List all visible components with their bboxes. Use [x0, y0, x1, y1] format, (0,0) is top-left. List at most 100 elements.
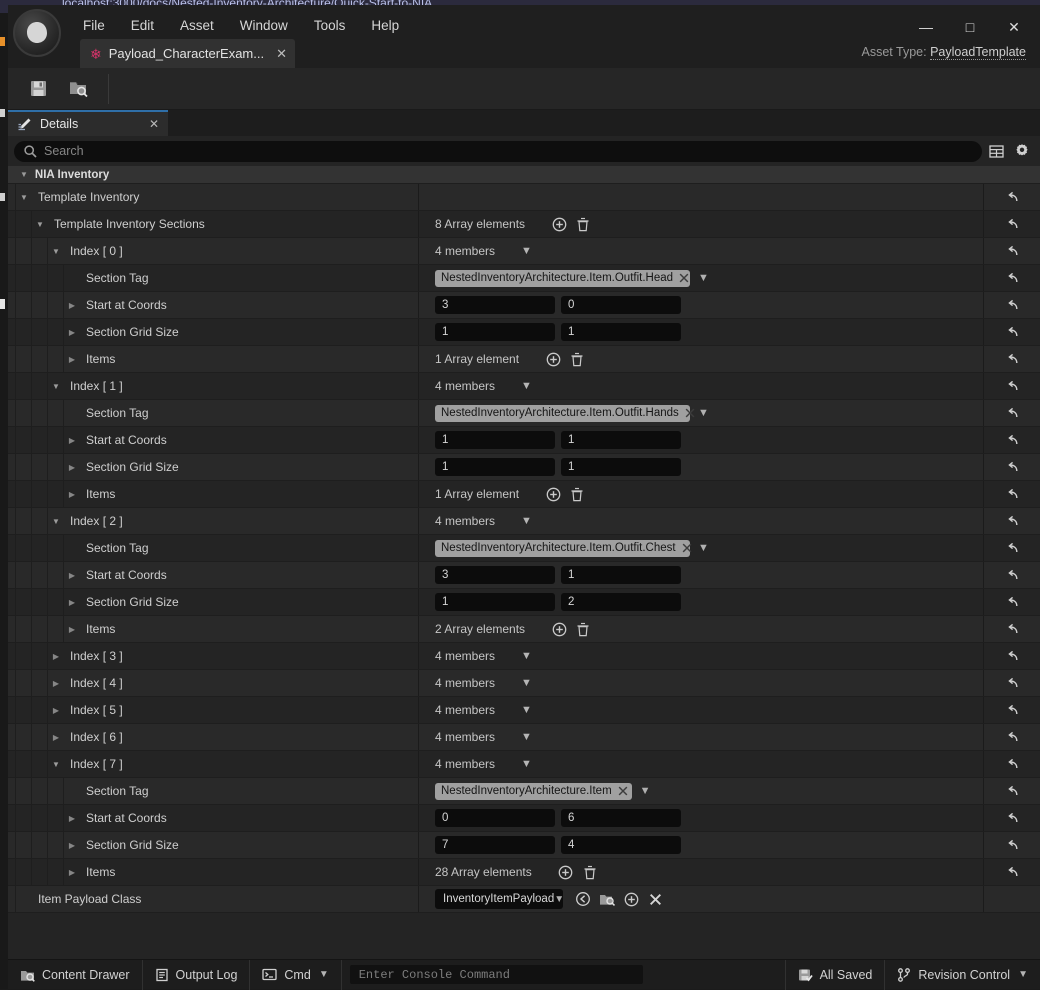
- property-row[interactable]: ▶Section Grid Size12: [8, 589, 1040, 616]
- reset-to-default-icon[interactable]: [1005, 190, 1019, 204]
- reset-to-default-icon[interactable]: [1005, 622, 1019, 636]
- reset-to-default-cell[interactable]: [983, 643, 1040, 669]
- property-row[interactable]: Section TagNestedInventoryArchitecture.I…: [8, 265, 1040, 292]
- minimize-button[interactable]: —: [904, 14, 948, 40]
- reset-to-default-icon[interactable]: [1005, 595, 1019, 609]
- expander-expand-icon[interactable]: ▶: [48, 733, 64, 742]
- property-row[interactable]: Section TagNestedInventoryArchitecture.I…: [8, 400, 1040, 427]
- expander-collapse-icon[interactable]: ▼: [48, 517, 64, 526]
- gameplay-tag-chip[interactable]: NestedInventoryArchitecture.Item.Outfit.…: [435, 270, 690, 287]
- numeric-field-y[interactable]: 1: [561, 431, 681, 449]
- remove-tag-icon[interactable]: [681, 542, 693, 554]
- reset-to-default-icon[interactable]: [1005, 325, 1019, 339]
- property-row[interactable]: ▶Section Grid Size11: [8, 319, 1040, 346]
- expander-expand-icon[interactable]: ▶: [64, 301, 80, 310]
- add-element-button[interactable]: [547, 213, 571, 235]
- reset-to-default-icon[interactable]: [1005, 352, 1019, 366]
- chevron-down-icon[interactable]: ▼: [1018, 969, 1028, 980]
- output-log-button[interactable]: Output Log: [143, 960, 251, 990]
- property-row[interactable]: ▶Section Grid Size74: [8, 832, 1040, 859]
- reset-to-default-icon[interactable]: [1005, 568, 1019, 582]
- expander-expand-icon[interactable]: ▶: [64, 598, 80, 607]
- reset-to-default-cell[interactable]: [983, 508, 1040, 534]
- numeric-field-x[interactable]: 1: [435, 458, 555, 476]
- element-options-chevron-icon[interactable]: ▼: [521, 677, 532, 689]
- reset-to-default-cell[interactable]: [983, 400, 1040, 426]
- property-row[interactable]: ▶Start at Coords31: [8, 562, 1040, 589]
- reset-to-default-cell[interactable]: [983, 805, 1040, 831]
- reset-to-default-icon[interactable]: [1005, 730, 1019, 744]
- settings-gear-button[interactable]: [1010, 139, 1034, 163]
- browse-to-asset-button[interactable]: [595, 888, 619, 910]
- expander-expand-icon[interactable]: ▶: [64, 841, 80, 850]
- remove-tag-icon[interactable]: [684, 407, 696, 419]
- numeric-field-y[interactable]: 2: [561, 593, 681, 611]
- element-options-chevron-icon[interactable]: ▼: [521, 245, 532, 257]
- numeric-field-y[interactable]: 6: [561, 809, 681, 827]
- add-element-button[interactable]: [554, 861, 578, 883]
- reset-to-default-icon[interactable]: [1005, 865, 1019, 879]
- reset-to-default-cell[interactable]: [983, 427, 1040, 453]
- menu-item-tools[interactable]: Tools: [301, 15, 359, 36]
- reset-to-default-cell[interactable]: [983, 211, 1040, 237]
- numeric-field-x[interactable]: 1: [435, 593, 555, 611]
- delete-all-elements-button[interactable]: [571, 618, 595, 640]
- add-element-button[interactable]: [547, 618, 571, 640]
- close-button[interactable]: ✕: [992, 14, 1036, 40]
- expander-collapse-icon[interactable]: ▼: [16, 193, 32, 202]
- remove-tag-icon[interactable]: [678, 272, 690, 284]
- property-row[interactable]: ▶Start at Coords06: [8, 805, 1040, 832]
- numeric-field-x[interactable]: 0: [435, 809, 555, 827]
- reset-to-default-icon[interactable]: [1005, 406, 1019, 420]
- reset-to-default-cell[interactable]: [983, 346, 1040, 372]
- content-drawer-button[interactable]: Content Drawer: [8, 960, 143, 990]
- expander-expand-icon[interactable]: ▶: [64, 625, 80, 634]
- menu-item-asset[interactable]: Asset: [167, 15, 227, 36]
- element-options-chevron-icon[interactable]: ▼: [521, 515, 532, 527]
- reset-to-default-cell[interactable]: [983, 373, 1040, 399]
- expander-expand-icon[interactable]: ▶: [64, 571, 80, 580]
- tag-dropdown-chevron-icon[interactable]: ▼: [698, 272, 709, 284]
- property-row[interactable]: ▶Start at Coords30: [8, 292, 1040, 319]
- property-row[interactable]: ▶Items1 Array element: [8, 481, 1040, 508]
- reset-to-default-cell[interactable]: [983, 778, 1040, 804]
- all-saved-button[interactable]: All Saved: [785, 960, 885, 990]
- numeric-field-y[interactable]: 1: [561, 566, 681, 584]
- numeric-field-y[interactable]: 1: [561, 323, 681, 341]
- console-command-input[interactable]: Enter Console Command: [350, 965, 643, 984]
- numeric-field-x[interactable]: 7: [435, 836, 555, 854]
- numeric-field-y[interactable]: 4: [561, 836, 681, 854]
- cmd-button[interactable]: Cmd ▼: [250, 960, 341, 990]
- numeric-field-y[interactable]: 1: [561, 458, 681, 476]
- expander-expand-icon[interactable]: ▶: [64, 490, 80, 499]
- expander-expand-icon[interactable]: ▶: [64, 355, 80, 364]
- reset-to-default-icon[interactable]: [1005, 514, 1019, 528]
- expander-collapse-icon[interactable]: ▼: [48, 247, 64, 256]
- reset-to-default-cell[interactable]: [983, 670, 1040, 696]
- expander-collapse-icon[interactable]: ▼: [32, 220, 48, 229]
- tab-details[interactable]: Details ✕: [8, 110, 168, 136]
- property-row[interactable]: ▶Index [ 3 ]4 members▼: [8, 643, 1040, 670]
- reset-to-default-cell[interactable]: [983, 562, 1040, 588]
- expander-expand-icon[interactable]: ▶: [48, 652, 64, 661]
- tab-details-close-icon[interactable]: ✕: [131, 117, 159, 131]
- delete-all-elements-button[interactable]: [578, 861, 602, 883]
- reset-to-default-icon[interactable]: [1005, 838, 1019, 852]
- reset-to-default-icon[interactable]: [1005, 541, 1019, 555]
- reset-to-default-cell[interactable]: [983, 751, 1040, 777]
- expander-expand-icon[interactable]: ▶: [64, 463, 80, 472]
- property-row[interactable]: ▶Items1 Array element: [8, 346, 1040, 373]
- property-row[interactable]: ▶Start at Coords11: [8, 427, 1040, 454]
- expander-expand-icon[interactable]: ▶: [48, 679, 64, 688]
- reset-to-default-cell[interactable]: [983, 184, 1040, 210]
- reset-to-default-icon[interactable]: [1005, 217, 1019, 231]
- reset-to-default-icon[interactable]: [1005, 784, 1019, 798]
- reset-to-default-icon[interactable]: [1005, 676, 1019, 690]
- save-button[interactable]: [18, 72, 58, 106]
- revision-control-button[interactable]: Revision Control ▼: [884, 960, 1040, 990]
- gameplay-tag-chip[interactable]: NestedInventoryArchitecture.Item.Outfit.…: [435, 405, 690, 422]
- menu-item-window[interactable]: Window: [227, 15, 301, 36]
- property-row[interactable]: Section TagNestedInventoryArchitecture.I…: [8, 535, 1040, 562]
- reset-to-default-cell[interactable]: [983, 481, 1040, 507]
- expander-expand-icon[interactable]: ▶: [64, 868, 80, 877]
